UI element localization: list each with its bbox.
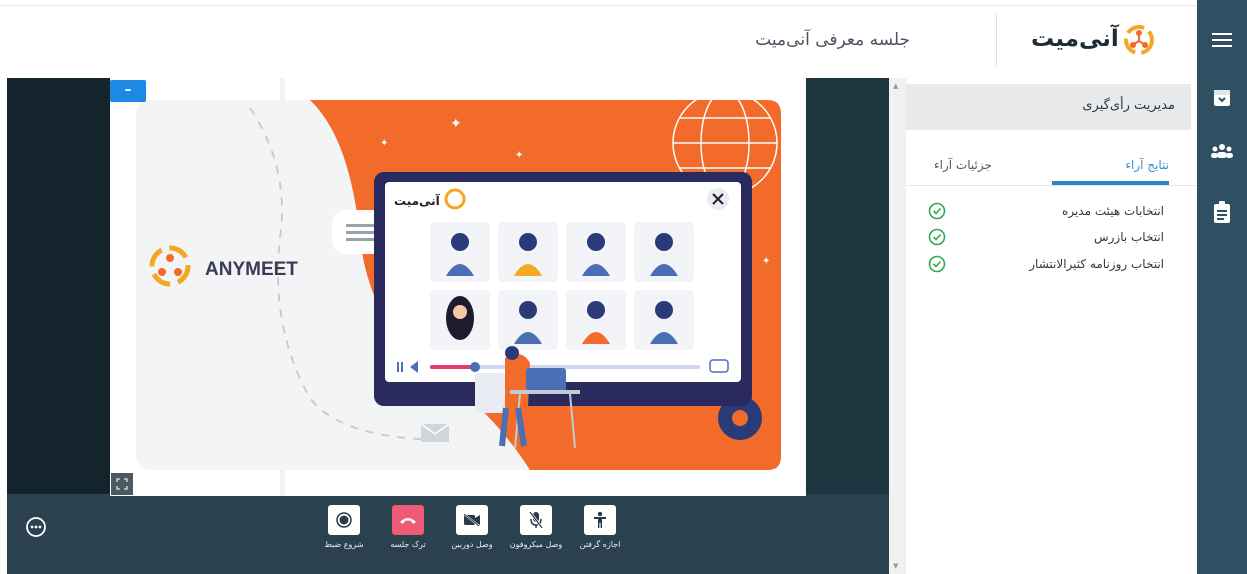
mic-label: وصل میکروفون bbox=[509, 540, 563, 549]
tab-vote-results[interactable]: نتایج آراء bbox=[1125, 158, 1169, 172]
record-label: شروع ضبط bbox=[324, 540, 364, 549]
request-permission-label: اجازه گرفتن bbox=[579, 540, 621, 549]
anymeet-logo-icon bbox=[1124, 25, 1154, 55]
archive-icon[interactable] bbox=[1197, 78, 1247, 118]
slide-illustration: ✦ ✦ ✦ ✦ آنی‌میت bbox=[110, 78, 806, 496]
panel-scrollbar[interactable] bbox=[889, 78, 906, 574]
leave-button[interactable]: ترک جلسه bbox=[382, 505, 434, 565]
camera-off-icon[interactable] bbox=[456, 505, 488, 535]
record-button[interactable]: شروع ضبط bbox=[318, 505, 370, 565]
panel-header: مدیریت رأی‌گیری bbox=[906, 84, 1191, 130]
check-circle-icon bbox=[928, 228, 946, 246]
shared-slide: ✦ ✦ ✦ ✦ آنی‌میت bbox=[110, 78, 806, 496]
panel-title: مدیریت رأی‌گیری bbox=[1082, 98, 1175, 113]
list-item[interactable]: انتخاب روزنامه کثیرالانتشار bbox=[906, 252, 1197, 278]
users-icon[interactable] bbox=[1197, 131, 1247, 171]
clipboard-icon[interactable] bbox=[1197, 192, 1247, 232]
nav-rail bbox=[1197, 0, 1247, 574]
request-permission-button[interactable]: اجازه گرفتن bbox=[574, 505, 626, 565]
tab-vote-details[interactable]: جزئیات آراء bbox=[934, 158, 992, 172]
active-tab-indicator bbox=[1052, 181, 1169, 185]
vote-label: انتخابات هیئت مدیره bbox=[1062, 204, 1164, 218]
leave-label: ترک جلسه bbox=[390, 540, 426, 549]
list-item[interactable]: انتخاب بازرس bbox=[906, 225, 1197, 251]
tabs-baseline bbox=[906, 185, 1197, 186]
vote-label: انتخاب روزنامه کثیرالانتشار bbox=[1029, 257, 1164, 271]
raise-hand-icon[interactable] bbox=[584, 505, 616, 535]
camera-label: وصل دوربین bbox=[451, 540, 493, 549]
header: آنی‌میت جلسه معرفی آنی‌میت bbox=[0, 0, 1197, 78]
list-item[interactable]: انتخابات هیئت مدیره bbox=[906, 199, 1197, 225]
scroll-up-icon[interactable]: ▲ bbox=[893, 82, 898, 90]
fullscreen-icon[interactable] bbox=[111, 473, 133, 495]
minimize-slide-button[interactable]: – bbox=[110, 80, 146, 102]
stage-left-band bbox=[7, 78, 110, 494]
voting-panel bbox=[889, 78, 1197, 574]
mic-off-icon[interactable] bbox=[520, 505, 552, 535]
phone-hangup-icon[interactable] bbox=[392, 505, 424, 535]
scroll-down-icon[interactable]: ▼ bbox=[893, 562, 898, 570]
svg-text:✦: ✦ bbox=[450, 116, 462, 132]
call-controls: شروع ضبط ترک جلسه وصل دوربین وصل میکروفو… bbox=[318, 505, 626, 565]
svg-text:✦: ✦ bbox=[380, 138, 388, 149]
more-options-icon[interactable] bbox=[25, 516, 47, 538]
app-logo-text: آنی‌میت bbox=[1031, 26, 1119, 52]
meeting-title: جلسه معرفی آنی‌میت bbox=[755, 30, 910, 50]
camera-button[interactable]: وصل دوربین bbox=[446, 505, 498, 565]
slide-brand-name: ANYMEET bbox=[205, 259, 298, 280]
svg-text:✦: ✦ bbox=[762, 256, 770, 267]
check-circle-icon bbox=[928, 255, 946, 273]
check-circle-icon bbox=[928, 202, 946, 220]
header-divider bbox=[996, 14, 997, 66]
vote-label: انتخاب بازرس bbox=[1093, 230, 1164, 244]
menu-icon[interactable] bbox=[1197, 20, 1247, 60]
mic-button[interactable]: وصل میکروفون bbox=[510, 505, 562, 565]
record-icon[interactable] bbox=[328, 505, 360, 535]
stage-right-band bbox=[806, 78, 889, 494]
header-top-line bbox=[0, 5, 1197, 6]
window-logo-text: آنی‌میت bbox=[394, 193, 441, 208]
svg-text:✦: ✦ bbox=[515, 150, 523, 161]
